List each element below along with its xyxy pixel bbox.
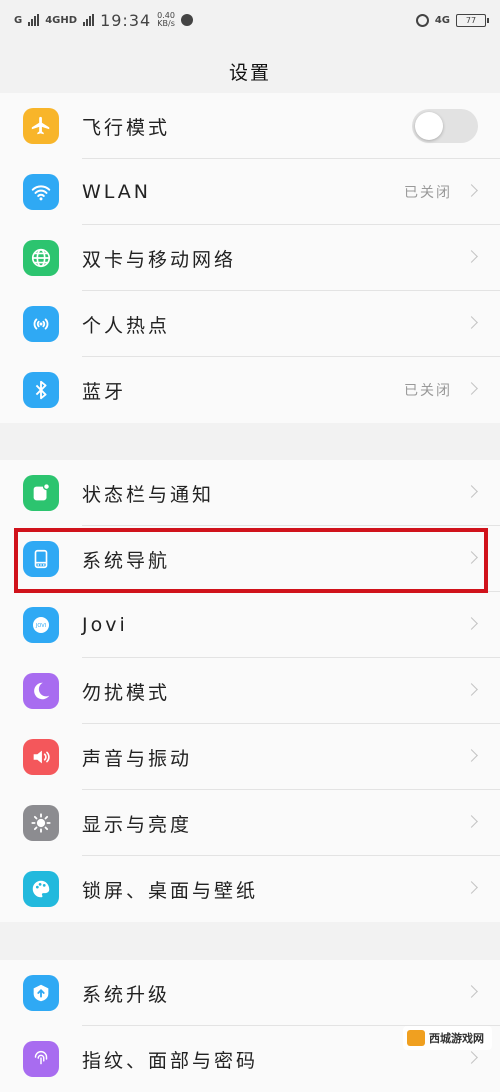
moon-icon xyxy=(23,673,59,709)
chevron-right-icon xyxy=(465,184,478,197)
status-bar-left: G 4GHD 19:34 0.40 KB/s xyxy=(14,11,193,30)
settings-item-label: 锁屏、桌面与壁纸 xyxy=(82,879,259,902)
sun-icon xyxy=(23,805,59,841)
settings-item-label: 指纹、面部与密码 xyxy=(82,1049,259,1072)
settings-item-label: 声音与振动 xyxy=(82,747,193,770)
settings-item-wallpaper[interactable]: 锁屏、桌面与壁纸 xyxy=(0,856,500,922)
chevron-right-icon xyxy=(465,250,478,263)
chevron-right-icon xyxy=(465,683,478,696)
chevron-right-icon xyxy=(465,382,478,395)
bluetooth-status: 已关闭 xyxy=(404,383,452,399)
chevron-right-icon xyxy=(465,316,478,329)
wifi-icon xyxy=(23,174,59,210)
alarm-icon xyxy=(415,13,429,27)
bluetooth-icon xyxy=(23,372,59,408)
settings-item-label: 飞行模式 xyxy=(82,116,171,139)
settings-item-wlan[interactable]: WLAN 已关闭 xyxy=(0,159,500,225)
settings-item-system-update[interactable]: 系统升级 xyxy=(0,960,500,1026)
watermark: 西城游戏网 xyxy=(403,1026,492,1050)
chevron-right-icon xyxy=(465,1051,478,1064)
svg-text:JOVI: JOVI xyxy=(35,623,46,629)
chevron-right-icon xyxy=(465,985,478,998)
globe-icon xyxy=(23,240,59,276)
notification-icon xyxy=(23,475,59,511)
network-type: 4GHD xyxy=(45,14,78,26)
settings-item-bluetooth[interactable]: 蓝牙 已关闭 xyxy=(0,357,500,423)
network-speed: 0.40 KB/s xyxy=(157,12,175,28)
jovi-icon: JOVI xyxy=(23,607,59,643)
battery-icon: 77 xyxy=(456,13,489,27)
settings-item-label: 个人热点 xyxy=(82,314,171,337)
settings-item-label: Jovi xyxy=(82,614,128,636)
palette-icon xyxy=(23,871,59,907)
carrier-label: G xyxy=(14,14,23,26)
chevron-right-icon xyxy=(465,881,478,894)
airplane-icon xyxy=(23,108,59,144)
speaker-icon xyxy=(23,739,59,775)
battery-level: 77 xyxy=(465,15,477,25)
settings-item-label: 勿扰模式 xyxy=(82,681,171,704)
signal-icon xyxy=(28,14,40,26)
settings-item-dnd[interactable]: 勿扰模式 xyxy=(0,658,500,724)
settings-item-label: 蓝牙 xyxy=(82,380,127,403)
settings-group-network: 飞行模式 WLAN 已关闭 双卡与移动网络 个人热点 蓝牙 已关闭 xyxy=(0,93,500,423)
settings-item-hotspot[interactable]: 个人热点 xyxy=(0,291,500,357)
settings-item-label: 状态栏与通知 xyxy=(82,483,215,506)
settings-item-sound[interactable]: 声音与振动 xyxy=(0,724,500,790)
status-bar-right: 4G 77 xyxy=(415,13,489,27)
wlan-status: 已关闭 xyxy=(404,185,452,201)
settings-item-label: 双卡与移动网络 xyxy=(82,248,237,271)
watermark-logo-icon xyxy=(407,1030,425,1046)
chevron-right-icon xyxy=(465,485,478,498)
toggle-knob xyxy=(415,112,443,140)
update-icon xyxy=(23,975,59,1011)
settings-item-dual-sim[interactable]: 双卡与移动网络 xyxy=(0,225,500,291)
settings-item-label: 系统升级 xyxy=(82,983,171,1006)
speed-unit: KB/s xyxy=(157,19,175,28)
settings-item-jovi[interactable]: JOVI Jovi xyxy=(0,592,500,658)
status-bar: G 4GHD 19:34 0.40 KB/s 4G 77 xyxy=(0,0,500,40)
highlight-box xyxy=(14,528,488,593)
settings-item-airplane[interactable]: 飞行模式 xyxy=(0,93,500,159)
airplane-toggle[interactable] xyxy=(412,109,478,143)
clock: 19:34 xyxy=(100,10,152,30)
chevron-right-icon xyxy=(465,749,478,762)
fingerprint-icon xyxy=(23,1041,59,1077)
sync-icon xyxy=(180,14,193,26)
settings-item-display[interactable]: 显示与亮度 xyxy=(0,790,500,856)
watermark-text: 西城游戏网 xyxy=(429,1032,484,1045)
chevron-right-icon xyxy=(465,815,478,828)
settings-item-label: WLAN xyxy=(82,181,152,203)
settings-item-label: 显示与亮度 xyxy=(82,813,193,836)
signal-2-icon xyxy=(83,14,95,26)
hotspot-icon xyxy=(23,306,59,342)
chevron-right-icon xyxy=(465,617,478,630)
settings-item-statusbar-notify[interactable]: 状态栏与通知 xyxy=(0,460,500,526)
network-type-2: 4G xyxy=(434,14,450,26)
